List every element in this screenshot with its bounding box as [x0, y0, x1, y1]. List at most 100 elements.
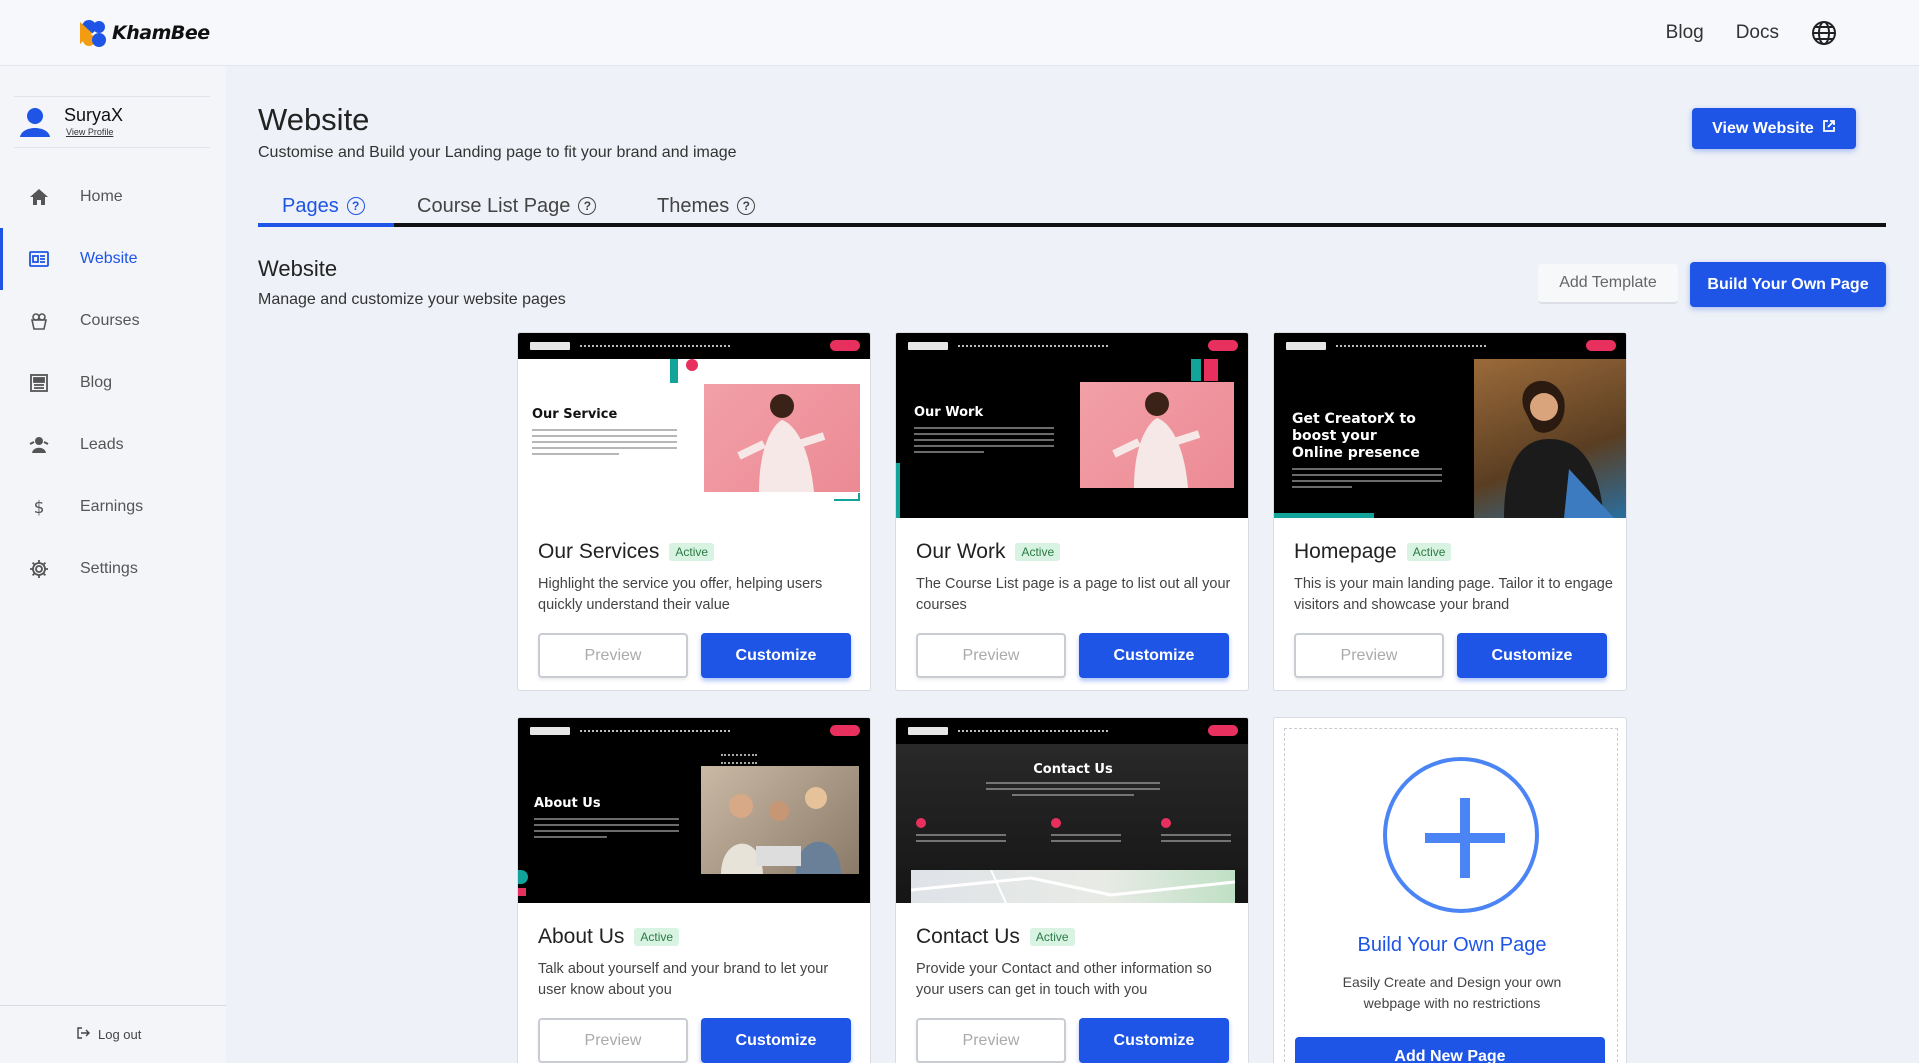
add-new-page-button[interactable]: Add New Page	[1295, 1037, 1605, 1063]
view-website-button[interactable]: View Website	[1692, 108, 1856, 149]
sidebar-item-label: Blog	[80, 374, 113, 391]
preview-button[interactable]: Preview	[916, 633, 1066, 678]
globe-icon[interactable]	[1811, 20, 1837, 46]
sidebar-divider	[0, 1005, 226, 1006]
sidebar-item-label: Settings	[80, 560, 138, 577]
page-thumbnail[interactable]: Our Work	[896, 333, 1248, 518]
sidebar-item-label: Earnings	[80, 498, 144, 515]
help-icon[interactable]: ?	[578, 197, 597, 215]
blog-icon	[28, 372, 50, 394]
card-title: Our Work	[916, 540, 1006, 563]
preview-button[interactable]: Preview	[1294, 633, 1444, 678]
help-icon[interactable]: ?	[346, 197, 365, 215]
customize-button[interactable]: Customize	[701, 633, 851, 678]
avatar-icon	[18, 105, 52, 139]
tab-course-list-page[interactable]: Course List Page ?	[417, 185, 597, 227]
blog-link[interactable]: Blog	[1666, 22, 1704, 44]
card-description: This is your main landing page. Tailor i…	[1294, 576, 1613, 613]
thumbnail-heading: Contact Us	[1033, 762, 1113, 777]
thumbnail-nav	[896, 333, 1248, 359]
card-title-row: Homepage Active	[1294, 540, 1452, 564]
logout-button[interactable]: Log out	[76, 1026, 141, 1043]
card-title: Homepage	[1294, 540, 1397, 563]
page-card-homepage: Get CreatorX to boost your Online presen…	[1273, 332, 1627, 691]
status-badge: Active	[669, 543, 715, 561]
thumbnail-photo	[704, 384, 860, 492]
thumbnail-contact-info	[916, 834, 1006, 846]
view-profile-link[interactable]: View Profile	[66, 127, 113, 137]
thumbnail-heading: Our Work	[914, 405, 984, 420]
sidebar-item-home[interactable]: Home	[0, 166, 226, 228]
profile-name: SuryaX	[64, 105, 124, 125]
page-thumbnail[interactable]: About Us	[518, 718, 870, 903]
home-icon	[28, 186, 50, 208]
sidebar-item-label: Leads	[80, 436, 124, 453]
card-description: The Course List page is a page to list o…	[916, 576, 1231, 613]
thumbnail-nav	[896, 718, 1248, 744]
sidebar-nav: Home Website Courses Blog Leads $ Earnin…	[0, 166, 226, 600]
thumbnail-nav	[518, 333, 870, 359]
profile-block[interactable]: SuryaX View Profile	[14, 96, 210, 148]
build-own-page-dropzone: Build Your Own Page Easily Create and De…	[1284, 728, 1618, 1063]
card-description: Provide your Contact and other informati…	[916, 961, 1212, 998]
customize-button[interactable]: Customize	[701, 1018, 851, 1063]
page-card-our-work: Our Work Our Work Active The Course List…	[895, 332, 1249, 691]
dollar-icon: $	[28, 496, 50, 518]
gear-icon	[28, 558, 50, 580]
tab-themes[interactable]: Themes ?	[657, 185, 756, 227]
svg-text:$: $	[34, 498, 45, 518]
customize-button[interactable]: Customize	[1457, 633, 1607, 678]
thumbnail-heading: Get CreatorX to boost your Online presen…	[1292, 411, 1420, 461]
sidebar-item-label: Website	[80, 250, 138, 267]
thumbnail-contact-info	[1161, 834, 1231, 846]
sidebar: SuryaX View Profile Home Website Courses	[0, 66, 226, 1063]
page-thumbnail[interactable]: Our Service	[518, 333, 870, 518]
page-thumbnail[interactable]: Get CreatorX to boost your Online presen…	[1274, 333, 1626, 518]
card-description: Highlight the service you offer, helping…	[538, 576, 823, 613]
status-badge: Active	[1406, 543, 1452, 561]
card-title: About Us	[538, 925, 625, 948]
page-thumbnail[interactable]: Contact Us	[896, 718, 1248, 903]
sidebar-item-courses[interactable]: Courses	[0, 290, 226, 352]
sidebar-item-settings[interactable]: Settings	[0, 538, 226, 600]
card-title-row: About Us Active	[538, 925, 680, 949]
build-own-page-title: Build Your Own Page	[1357, 934, 1547, 956]
build-own-page-button[interactable]: Build Your Own Page	[1690, 262, 1886, 307]
thumbnail-nav	[518, 718, 870, 744]
customize-button[interactable]: Customize	[1079, 633, 1229, 678]
preview-button[interactable]: Preview	[538, 1018, 688, 1063]
help-icon[interactable]: ?	[737, 197, 756, 215]
thumbnail-text	[914, 427, 1054, 457]
docs-link[interactable]: Docs	[1736, 22, 1779, 44]
card-title-row: Our Services Active	[538, 540, 715, 564]
thumbnail-photo	[1474, 359, 1626, 518]
sidebar-item-earnings[interactable]: $ Earnings	[0, 476, 226, 538]
thumbnail-photo	[701, 766, 859, 874]
thumbnail-heading: About Us	[534, 796, 601, 811]
active-tab-indicator	[258, 223, 394, 227]
brand-logo[interactable]: KhamBee	[78, 18, 210, 48]
page-card-contact-us: Contact Us Contact Us Active Provide you…	[895, 717, 1249, 1063]
sidebar-item-leads[interactable]: Leads	[0, 414, 226, 476]
external-link-icon	[1822, 119, 1836, 138]
add-page-plus-icon[interactable]	[1383, 757, 1539, 913]
preview-button[interactable]: Preview	[538, 633, 688, 678]
card-title: Contact Us	[916, 925, 1020, 948]
sidebar-item-website[interactable]: Website	[0, 228, 226, 290]
add-template-button[interactable]: Add Template	[1538, 264, 1678, 304]
customize-button[interactable]: Customize	[1079, 1018, 1229, 1063]
card-description: Talk about yourself and your brand to le…	[538, 961, 829, 998]
tab-pages[interactable]: Pages ?	[282, 185, 365, 227]
logout-icon	[76, 1026, 90, 1043]
tab-label: Pages	[282, 194, 339, 217]
build-own-page-description: Easily Create and Design your own webpag…	[1342, 974, 1562, 1011]
build-own-page-card: Build Your Own Page Easily Create and De…	[1273, 717, 1627, 1063]
page-title: Website	[258, 102, 370, 137]
sidebar-item-blog[interactable]: Blog	[0, 352, 226, 414]
courses-icon	[28, 310, 50, 332]
preview-button[interactable]: Preview	[916, 1018, 1066, 1063]
sidebar-item-label: Home	[80, 188, 123, 205]
thumbnail-text	[534, 818, 679, 842]
thumbnail-text	[532, 429, 677, 459]
sidebar-item-label: Courses	[80, 312, 140, 329]
